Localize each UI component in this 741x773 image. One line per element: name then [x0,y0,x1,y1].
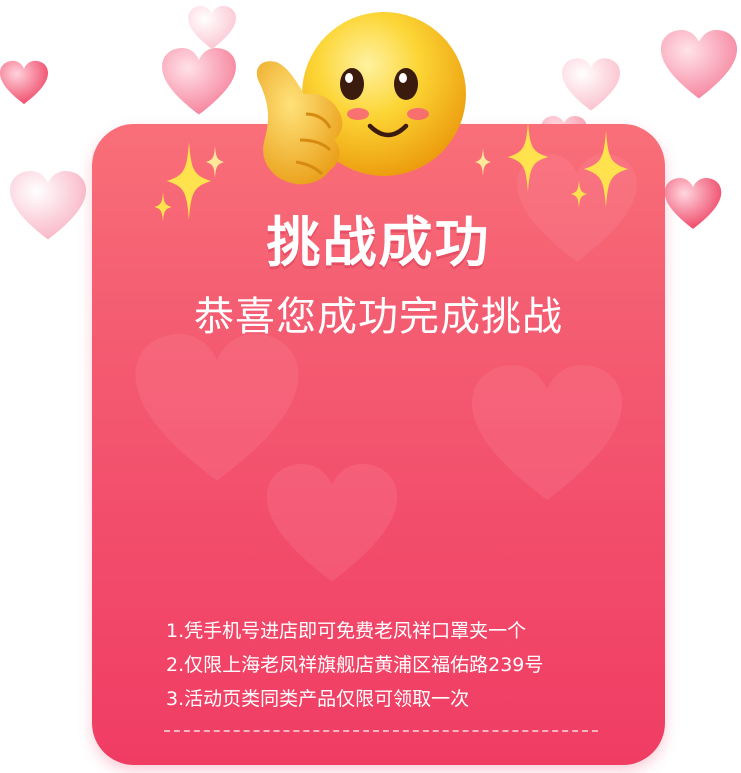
sparkle-star-icon [154,192,172,222]
heart-icon [10,171,86,240]
sparkle-star-icon [571,180,587,208]
rule-item: 3.活动页类同类产品仅限可领取一次 [166,688,470,710]
heart-icon [188,6,236,50]
heart-icon [162,48,236,115]
rule-item: 2.仅限上海老凤祥旗舰店黄浦区福佑路239号 [166,654,544,676]
rule-item: 1.凭手机号进店即可免费老凤祥口罩夹一个 [166,620,527,642]
smiling-face-thumbs-up-icon [256,12,466,185]
rules-list: 1.凭手机号进店即可免费老凤祥口罩夹一个 2.仅限上海老凤祥旗舰店黄浦区福佑路2… [166,614,606,716]
heart-icon [664,178,722,229]
heart-icon [0,60,48,105]
sparkle-star-icon [584,130,628,208]
success-dialog-card: 挑战成功 恭喜您成功完成挑战 1.凭手机号进店即可免费老凤祥口罩夹一个 2.仅限… [92,124,665,765]
heart-icon [135,334,299,481]
sparkle-star-icon [205,146,225,178]
dashed-divider [164,730,598,732]
heart-icon [562,58,620,111]
heart-icon [266,464,398,582]
sparkle-star-icon [508,122,548,192]
dialog-subtitle: 恭喜您成功完成挑战 [194,294,563,340]
heart-icon [660,30,738,99]
heart-icon [472,365,622,500]
